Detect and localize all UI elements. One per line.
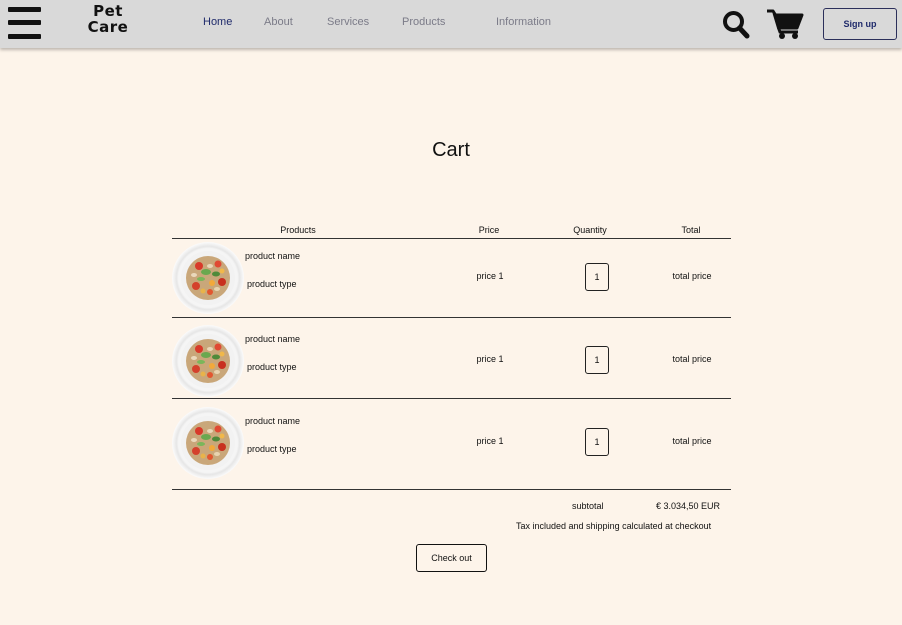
cart-row: product name product type price 1 total … bbox=[172, 405, 732, 483]
product-name[interactable]: product name bbox=[245, 251, 300, 261]
table-header-divider bbox=[172, 238, 731, 239]
product-type: product type bbox=[247, 362, 297, 372]
product-name[interactable]: product name bbox=[245, 416, 300, 426]
product-image[interactable] bbox=[172, 407, 244, 479]
product-total: total price bbox=[672, 354, 712, 364]
nav-information[interactable]: Information bbox=[496, 16, 551, 28]
nav-home[interactable]: Home bbox=[203, 16, 232, 28]
subtotal-label: subtotal bbox=[572, 501, 604, 511]
product-price: price 1 bbox=[476, 354, 504, 364]
row-divider bbox=[172, 317, 731, 318]
search-icon[interactable] bbox=[722, 8, 750, 40]
product-price: price 1 bbox=[476, 271, 504, 281]
product-total: total price bbox=[672, 271, 712, 281]
page-title: Cart bbox=[432, 139, 470, 161]
column-header-products: Products bbox=[280, 225, 316, 235]
product-type: product type bbox=[247, 279, 297, 289]
hamburger-menu-icon[interactable] bbox=[8, 6, 41, 40]
subtotal-value: € 3.034,50 EUR bbox=[656, 501, 721, 511]
table-bottom-divider bbox=[172, 489, 731, 490]
column-header-total: Total bbox=[681, 225, 701, 235]
product-image[interactable] bbox=[172, 325, 244, 397]
column-header-price: Price bbox=[478, 225, 500, 235]
logo-line-1: Pet bbox=[93, 2, 123, 20]
logo-line-2: Care bbox=[87, 18, 129, 36]
quantity-input[interactable] bbox=[585, 263, 609, 291]
nav-products[interactable]: Products bbox=[402, 16, 445, 28]
top-navbar: Pet Care Home About Services Products In… bbox=[0, 0, 902, 48]
cart-icon[interactable] bbox=[766, 8, 804, 40]
product-name[interactable]: product name bbox=[245, 334, 300, 344]
product-image[interactable] bbox=[172, 242, 244, 314]
row-divider bbox=[172, 398, 731, 399]
nav-services[interactable]: Services bbox=[327, 16, 369, 28]
sign-up-button[interactable]: Sign up bbox=[823, 8, 897, 40]
quantity-input[interactable] bbox=[585, 428, 609, 456]
quantity-input[interactable] bbox=[585, 346, 609, 374]
cart-row: product name product type price 1 total … bbox=[172, 323, 732, 401]
nav-about[interactable]: About bbox=[264, 16, 293, 28]
checkout-button[interactable]: Check out bbox=[416, 544, 487, 572]
cart-row: product name product type price 1 total … bbox=[172, 240, 732, 318]
product-price: price 1 bbox=[476, 436, 504, 446]
product-total: total price bbox=[672, 436, 712, 446]
product-type: product type bbox=[247, 444, 297, 454]
pet-care-logo[interactable]: Pet Care bbox=[82, 3, 134, 35]
column-header-quantity: Quantity bbox=[573, 225, 607, 235]
tax-shipping-note: Tax included and shipping calculated at … bbox=[516, 521, 712, 531]
